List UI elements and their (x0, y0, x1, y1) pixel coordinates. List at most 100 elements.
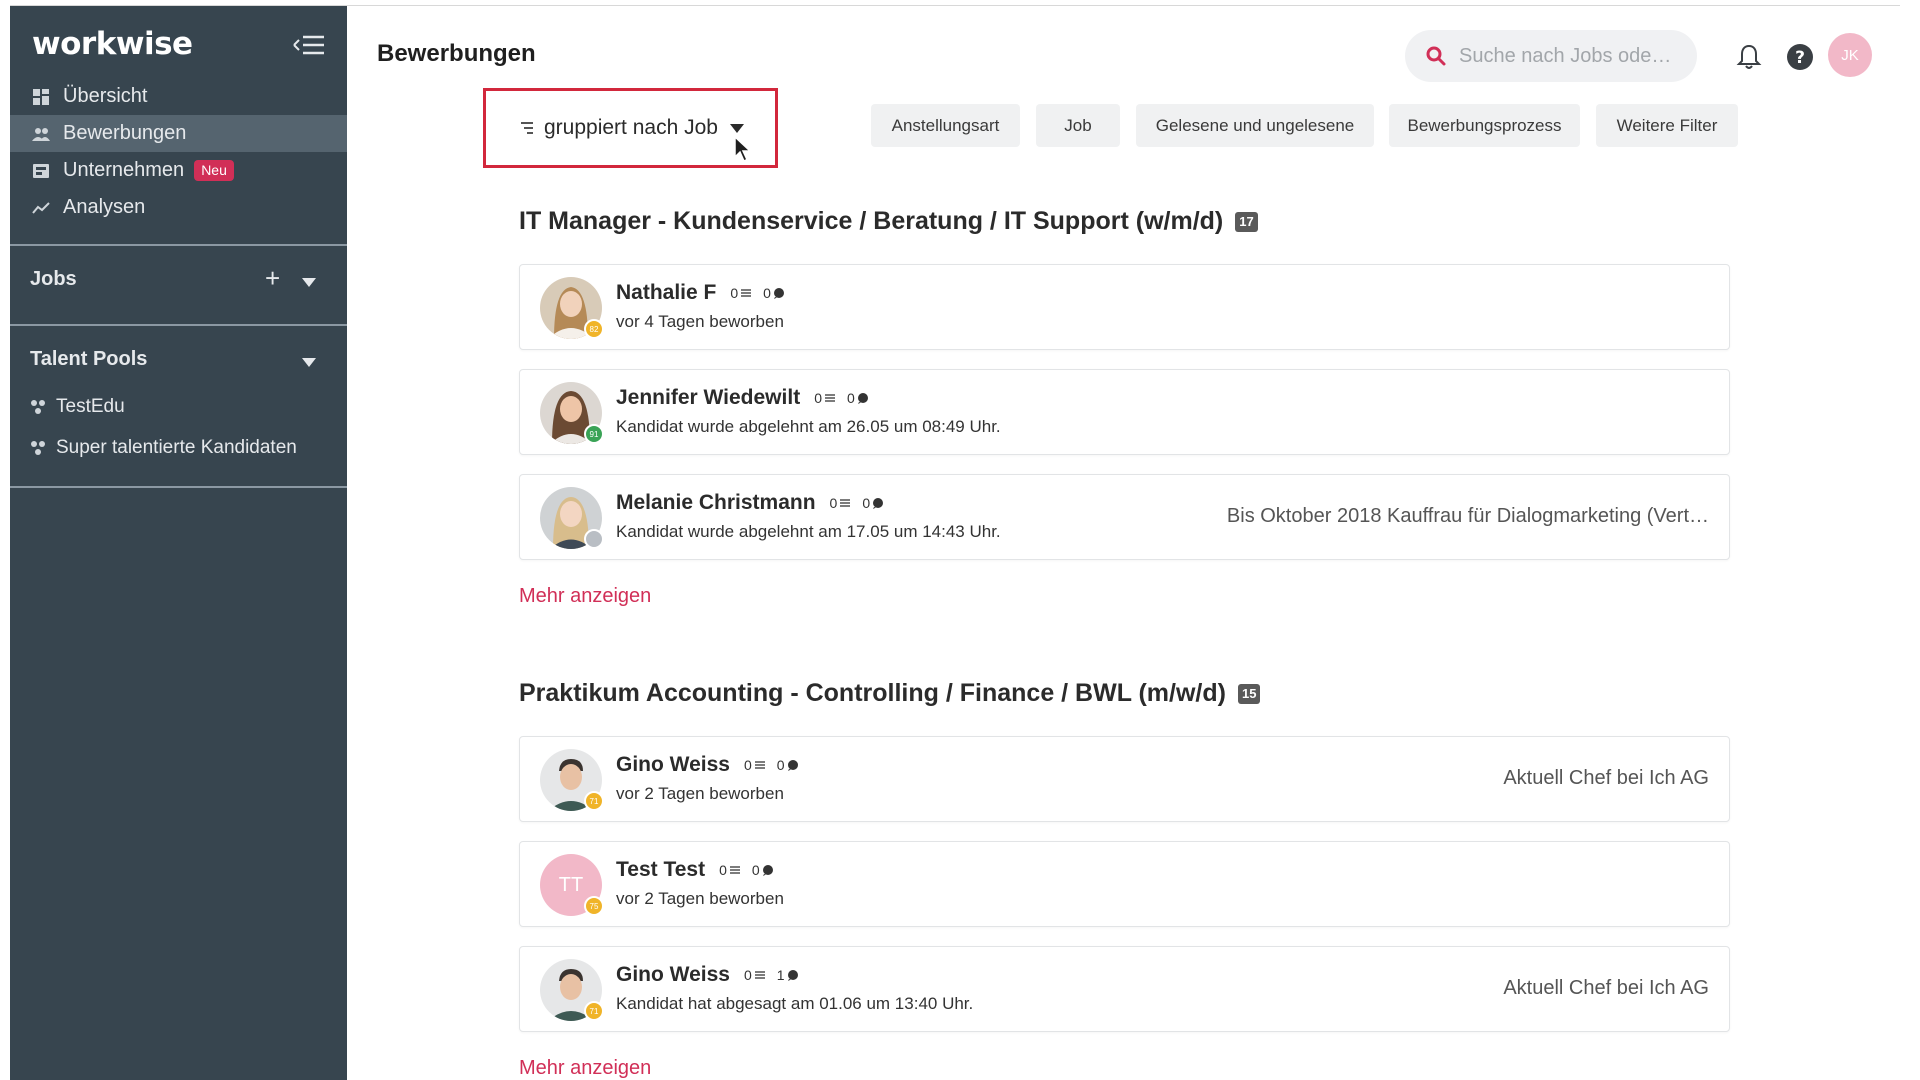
filter-job-button[interactable]: Job (1036, 104, 1120, 147)
job-group-title[interactable]: IT Manager - Kundenservice / Beratung / … (519, 207, 1258, 236)
candidate-meta: 0 0 (730, 285, 793, 301)
notes-count: 0 (719, 862, 741, 878)
notes-count: 0 (744, 757, 766, 773)
candidate-name-row: Nathalie F 0 0 (616, 281, 793, 305)
notes-count-value: 0 (743, 967, 752, 983)
sidebar-divider (10, 486, 347, 488)
sidebar-item-bewerbungen[interactable]: Bewerbungen (10, 115, 347, 152)
sidebar-item-label: Unternehmen (63, 159, 185, 181)
candidate-name: Gino Weiss (616, 753, 730, 776)
notes-icon (729, 866, 740, 874)
candidate-name-row: Test Test 0 0 (616, 858, 782, 882)
more-filters-button[interactable]: Weitere Filter (1596, 104, 1738, 147)
company-icon (32, 162, 50, 180)
comments-count: 0 (752, 862, 774, 878)
candidate-meta: 0 0 (830, 495, 893, 511)
comments-count-value: 0 (862, 495, 871, 511)
candidate-meta: 0 0 (744, 757, 807, 773)
jobs-section-title[interactable]: Jobs (30, 268, 77, 291)
score-badge: 82 (584, 319, 604, 339)
talent-pool-item-super[interactable]: Super talentierte Kandidaten (30, 433, 297, 463)
comment-icon (762, 865, 773, 876)
pool-icon (31, 441, 45, 455)
candidate-name: Jennifer Wiedewilt (616, 386, 801, 409)
show-more-link[interactable]: Mehr anzeigen (519, 585, 651, 608)
sidebar-divider (10, 244, 347, 246)
grid-icon (32, 88, 50, 106)
candidate-card[interactable]: TT 75 Test Test 0 0 vor 2 Tagen beworben (519, 841, 1730, 927)
search-input[interactable] (1459, 44, 1679, 68)
candidate-status: Kandidat wurde abgelehnt am 17.05 um 14:… (616, 522, 1001, 541)
notes-count-value: 0 (719, 862, 727, 878)
job-title: Praktikum Accounting - Controlling / Fin… (519, 679, 1226, 707)
notes-icon (741, 289, 752, 297)
search-box[interactable] (1405, 30, 1697, 82)
comments-count-value: 0 (763, 285, 771, 301)
filter-process-button[interactable]: Bewerbungsprozess (1389, 104, 1580, 147)
comment-icon (787, 970, 798, 981)
comment-icon (857, 393, 868, 404)
sidebar-item-uebersicht[interactable]: Übersicht (10, 78, 347, 115)
filter-anstellungsart-button[interactable]: Anstellungsart (871, 104, 1020, 147)
help-icon[interactable]: ? (1785, 42, 1815, 72)
show-more-link[interactable]: Mehr anzeigen (519, 1057, 651, 1080)
sidebar-item-label: Analysen (63, 196, 146, 218)
bell-icon[interactable] (1734, 42, 1764, 72)
page-title: Bewerbungen (377, 40, 536, 67)
candidate-card[interactable]: Melanie Christmann 0 0 Kandidat wurde ab… (519, 474, 1730, 560)
comments-count-value: 0 (776, 757, 785, 773)
candidate-card[interactable]: 91 Jennifer Wiedewilt 0 0 Kandidat wurde… (519, 369, 1730, 455)
notes-icon (840, 499, 851, 507)
comments-count-value: 0 (751, 862, 760, 878)
comments-count: 0 (763, 285, 785, 301)
logo-row: workwise (10, 6, 347, 76)
candidate-current-position: Aktuell Chef bei Ich AG (1503, 977, 1709, 999)
count-badge: 15 (1237, 683, 1261, 704)
notes-count: 0 (744, 967, 766, 983)
sort-lines-icon (521, 122, 533, 134)
talent-pool-item-testedu[interactable]: TestEdu (30, 392, 125, 422)
talent-pool-label: Super talentierte Kandidaten (56, 437, 297, 458)
talent-pools-section-title[interactable]: Talent Pools (30, 348, 147, 371)
filter-read-status-button[interactable]: Gelesene und ungelesene (1136, 104, 1374, 147)
comments-count: 0 (862, 495, 884, 511)
sidebar-item-unternehmen[interactable]: Unternehmen Neu (10, 152, 347, 189)
candidate-name-row: Melanie Christmann 0 0 (616, 491, 892, 515)
mouse-cursor-icon (734, 135, 752, 163)
group-by-label: gruppiert nach Job (544, 116, 718, 139)
notes-count-value: 0 (829, 495, 838, 511)
candidate-meta: 0 0 (719, 862, 782, 878)
comments-count: 0 (777, 757, 799, 773)
candidate-meta: 0 1 (744, 967, 807, 983)
people-icon (32, 125, 50, 143)
collapse-sidebar-icon[interactable] (288, 30, 328, 60)
comment-icon (873, 498, 884, 509)
candidate-card[interactable]: 71 Gino Weiss 0 1 Kandidat hat abgesagt … (519, 946, 1730, 1032)
score-badge: 71 (584, 1001, 604, 1021)
score-badge: 71 (584, 791, 604, 811)
candidate-card[interactable]: 71 Gino Weiss 0 0 vor 2 Tagen beworben A… (519, 736, 1730, 822)
comment-icon (787, 760, 798, 771)
candidate-current-position: Bis Oktober 2018 Kauffrau für Dialogmark… (1226, 505, 1709, 527)
workwise-logo[interactable]: workwise (32, 26, 193, 62)
notes-count: 0 (730, 285, 752, 301)
pool-icon (31, 400, 45, 414)
notes-icon (754, 761, 765, 769)
talent-pools-expand-icon[interactable] (302, 358, 316, 367)
candidate-card[interactable]: 82 Nathalie F 0 0 vor 4 Tagen beworben (519, 264, 1730, 350)
job-group-title[interactable]: Praktikum Accounting - Controlling / Fin… (519, 679, 1261, 708)
comments-count-value: 0 (846, 390, 855, 406)
jobs-expand-icon[interactable] (302, 278, 316, 287)
candidate-current-position: Aktuell Chef bei Ich AG (1503, 767, 1709, 789)
new-badge: Neu (194, 160, 234, 181)
candidate-name: Melanie Christmann (616, 491, 816, 514)
candidate-name-row: Jennifer Wiedewilt 0 0 (616, 386, 877, 410)
chart-icon (32, 199, 50, 217)
add-job-icon[interactable]: + (265, 265, 285, 291)
candidate-name: Gino Weiss (616, 963, 730, 986)
user-avatar[interactable]: JK (1828, 33, 1872, 77)
comments-count-value: 1 (776, 967, 785, 983)
score-badge (584, 529, 604, 549)
sidebar-item-analysen[interactable]: Analysen (10, 189, 347, 226)
sidebar: workwise Übersicht Bewerbungen Unternehm… (10, 6, 347, 1080)
